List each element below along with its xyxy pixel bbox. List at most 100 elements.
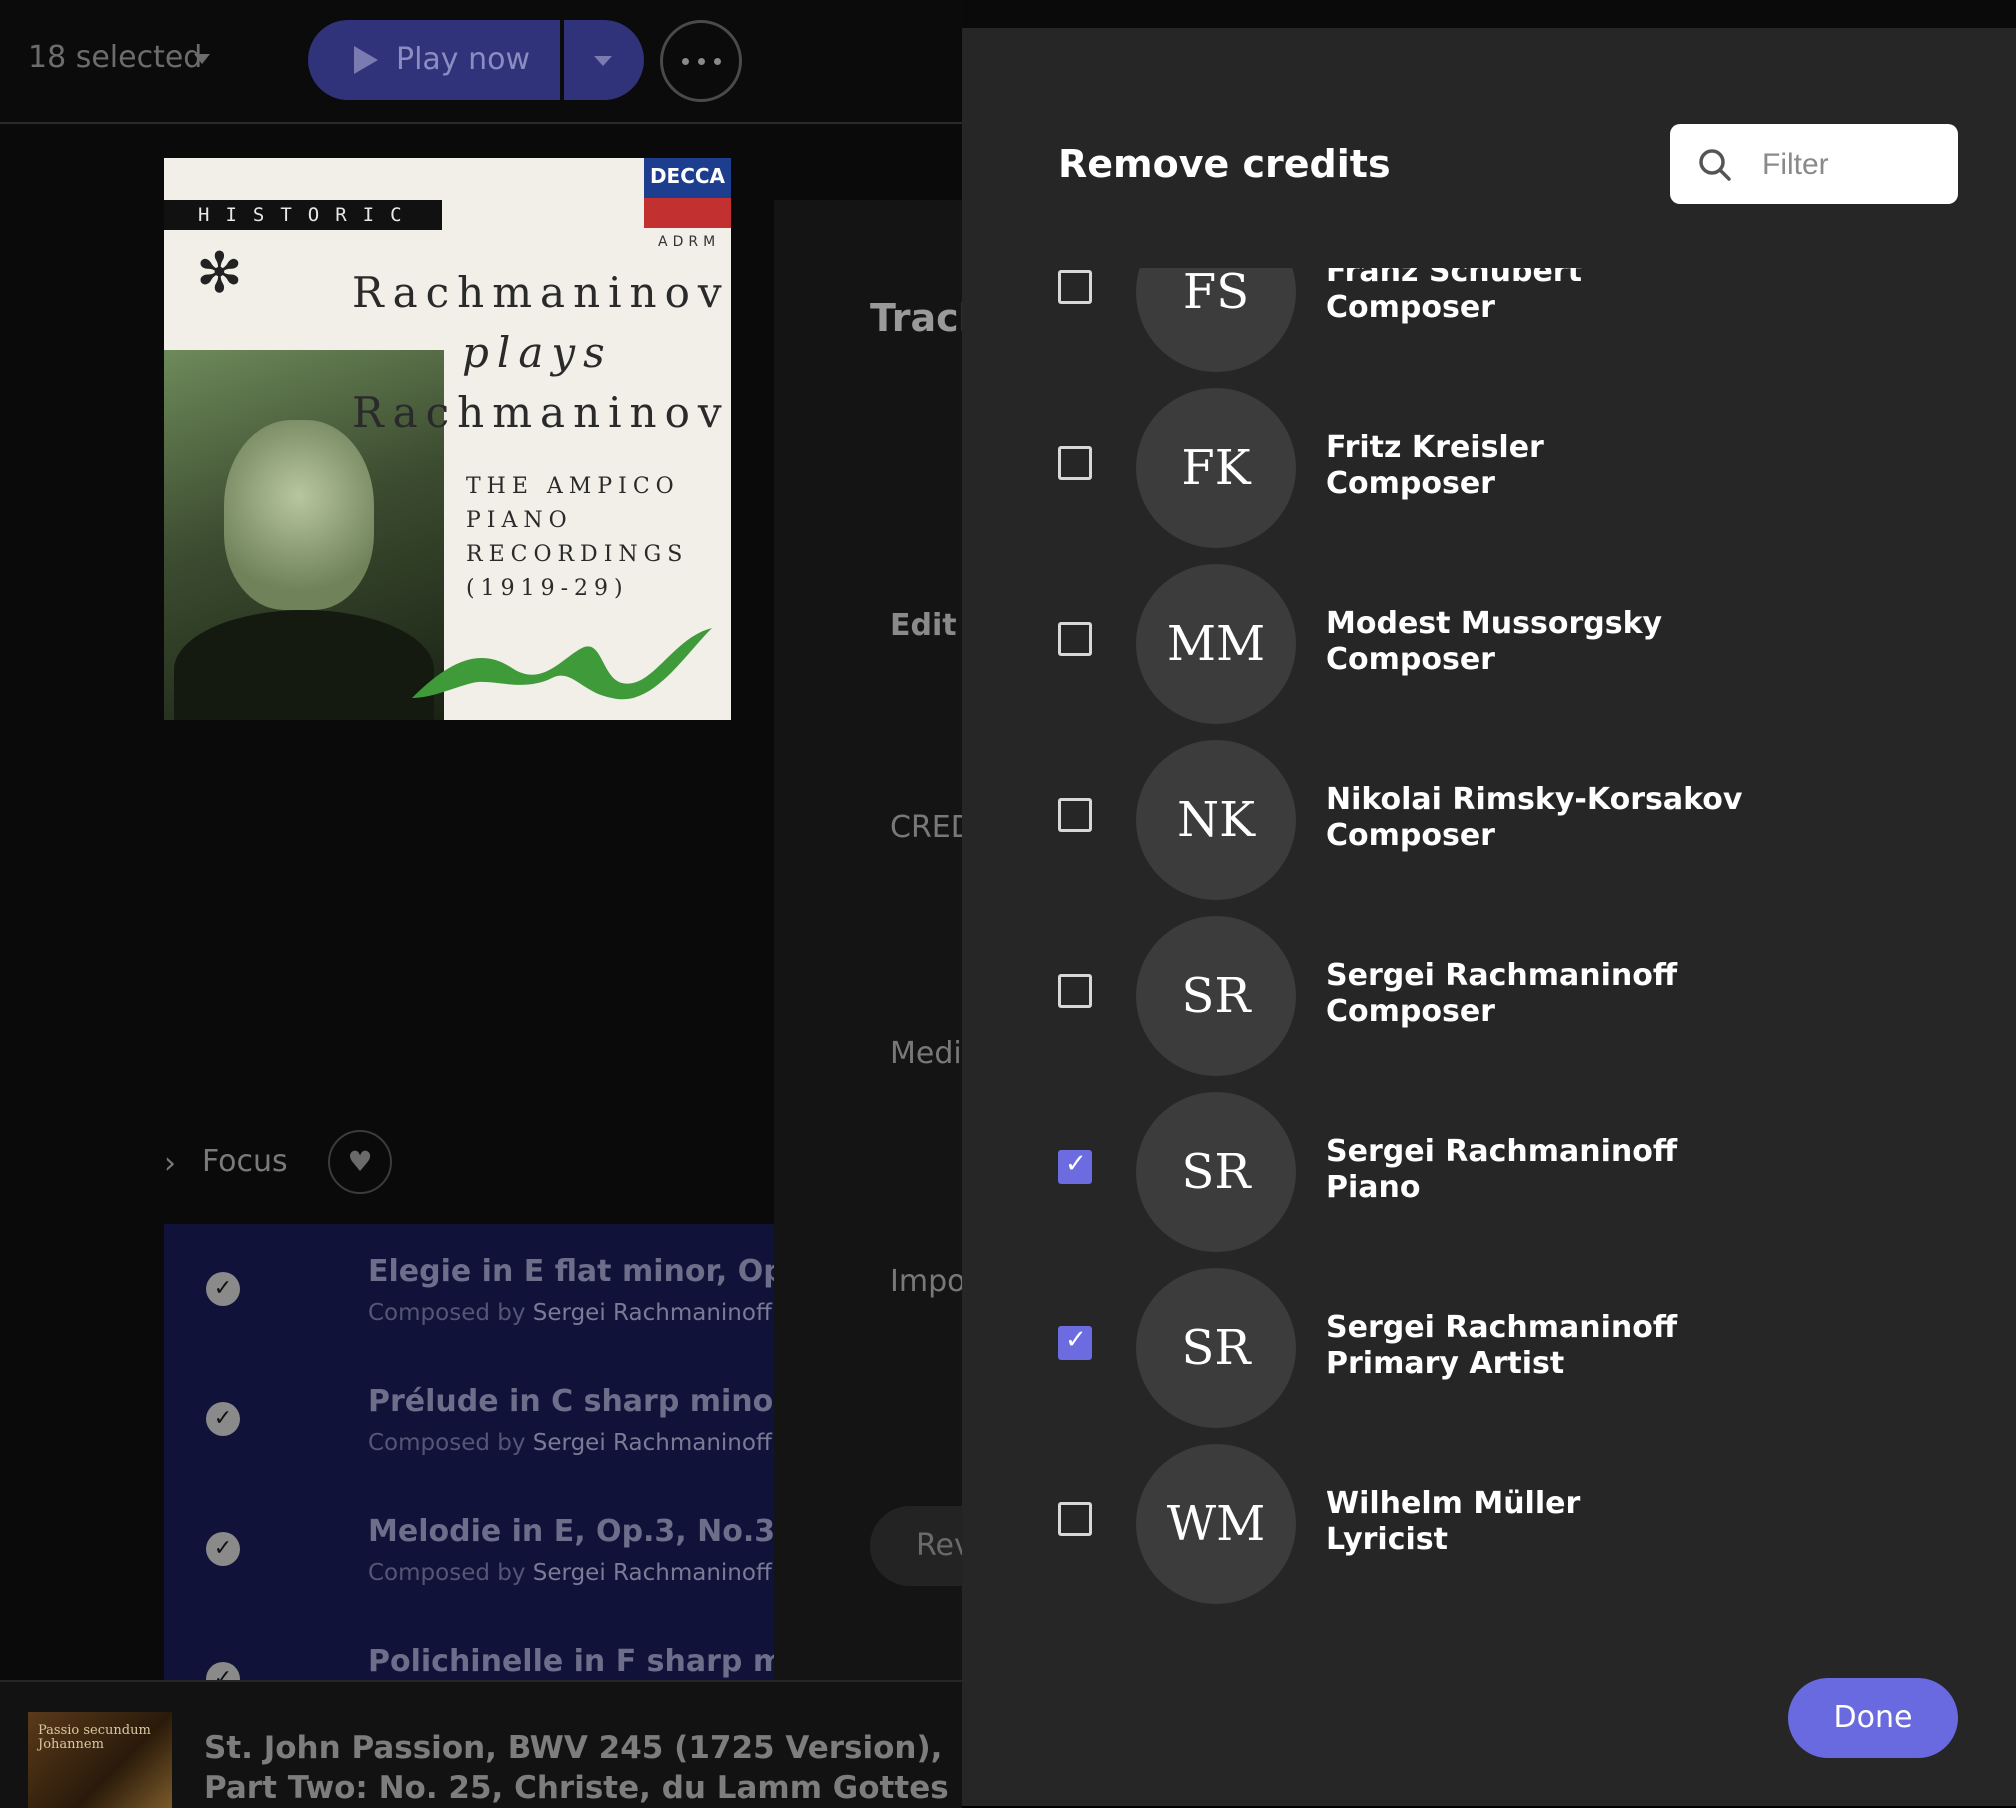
chevron-right-icon[interactable]: › [164, 1146, 176, 1181]
track-row[interactable]: ✓ Prélude in C sharp minor, Op.3 Compose… [164, 1354, 774, 1484]
credit-checkbox[interactable]: ✓ [1058, 974, 1092, 1008]
track-composer-line: Composed by Sergei Rachmaninoff [368, 1560, 772, 1586]
track-composer-prefix: Composed by [368, 1560, 526, 1586]
credit-role: Composer [1326, 466, 1495, 501]
avatar: MM [1136, 564, 1296, 724]
now-playing-artwork[interactable]: Passio secundum Johannem [28, 1712, 172, 1808]
credit-checkbox[interactable]: ✓ [1058, 446, 1092, 480]
avatar-initials: SR [1181, 968, 1251, 1024]
credit-checkbox[interactable]: ✓ [1058, 270, 1092, 304]
check-circle-icon[interactable]: ✓ [206, 1662, 240, 1680]
avatar: SR [1136, 1268, 1296, 1428]
credit-name: Sergei Rachmaninoff [1326, 958, 1678, 993]
credit-row[interactable]: ✓ FS Franz Schubert Composer [962, 268, 2016, 380]
avatar-initials: SR [1181, 1144, 1251, 1200]
track-composer-name[interactable]: Sergei Rachmaninoff [533, 1560, 772, 1586]
selected-count-dropdown[interactable]: 18 selected [28, 40, 202, 75]
avatar: SR [1136, 1092, 1296, 1252]
credit-name: Modest Mussorgsky [1326, 606, 1663, 641]
credit-row[interactable]: ✓ MM Modest Mussorgsky Composer [962, 556, 2016, 732]
credit-role: Composer [1326, 642, 1495, 677]
avatar-initials: WM [1166, 1496, 1266, 1552]
filter-input[interactable] [1760, 138, 1944, 192]
album-cover: HISTORIC DECCA ADRM ✻ Rachmaninov plays … [164, 158, 731, 720]
cover-adrm-label: ADRM [658, 234, 721, 250]
track-title: Polichinelle in F sharp minor, C [368, 1644, 774, 1679]
track-composer-line: Composed by Sergei Rachmaninoff [368, 1430, 772, 1456]
cover-subtitle: THE AMPICO PIANO RECORDINGS (1919-29) [466, 470, 688, 606]
now-playing-title[interactable]: Part Two: No. 25, Christe, du Lamm Gotte… [204, 1770, 949, 1806]
done-button-label: Done [1833, 1700, 1913, 1735]
track-composer-line: Composed by Sergei Rachmaninoff [368, 1300, 772, 1326]
track-composer-name[interactable]: Sergei Rachmaninoff [533, 1430, 772, 1456]
credit-name: Franz Schubert [1326, 268, 1582, 289]
now-playing-bar: Passio secundum Johannem St. John Passio… [0, 1680, 962, 1808]
credit-role: Composer [1326, 994, 1495, 1029]
play-icon [354, 46, 378, 74]
credit-row[interactable]: ✓ WM Wilhelm Müller Lyricist [962, 1436, 2016, 1612]
credit-list: ✓ FS Franz Schubert Composer ✓ FK Fritz … [962, 268, 2016, 1658]
avatar-initials: FS [1182, 268, 1250, 320]
track-list: ✓ Elegie in E flat minor, Op.3, No Compo… [164, 1224, 774, 1680]
more-dot-icon [698, 58, 705, 65]
track-row[interactable]: ✓ Elegie in E flat minor, Op.3, No Compo… [164, 1224, 774, 1354]
avatar-initials: FK [1181, 440, 1251, 496]
filter-field[interactable] [1670, 124, 1958, 204]
check-circle-icon[interactable]: ✓ [206, 1532, 240, 1566]
credit-role: Piano [1326, 1170, 1421, 1205]
chevron-down-icon[interactable] [194, 54, 210, 64]
credit-name: Wilhelm Müller [1326, 1486, 1581, 1521]
credit-checkbox[interactable]: ✓ [1058, 1502, 1092, 1536]
more-options-button[interactable] [660, 20, 742, 102]
decca-logo-text: DECCA [649, 164, 726, 188]
track-row[interactable]: ✓ Polichinelle in F sharp minor, C [164, 1614, 774, 1680]
heart-icon[interactable]: ♥ [328, 1130, 392, 1194]
credit-name: Sergei Rachmaninoff [1326, 1134, 1678, 1169]
credit-row[interactable]: ✓ FK Fritz Kreisler Composer [962, 380, 2016, 556]
more-dot-icon [714, 58, 721, 65]
avatar-initials: MM [1166, 616, 1266, 672]
track-title: Prélude in C sharp minor, Op.3 [368, 1384, 774, 1419]
search-icon [1699, 149, 1731, 181]
check-circle-icon[interactable]: ✓ [206, 1272, 240, 1306]
credit-name: Fritz Kreisler [1326, 430, 1544, 465]
avatar: FS [1136, 268, 1296, 372]
credit-role: Composer [1326, 290, 1495, 325]
asterisk-emblem-icon: ✻ [196, 241, 243, 306]
green-wave-decoration [412, 628, 712, 700]
credit-role: Primary Artist [1326, 1346, 1565, 1381]
credit-row[interactable]: ✓ SR Sergei Rachmaninoff Primary Artist [962, 1260, 2016, 1436]
avatar-initials: NK [1177, 792, 1255, 848]
credit-row[interactable]: ✓ SR Sergei Rachmaninoff Piano [962, 1084, 2016, 1260]
avatar: WM [1136, 1444, 1296, 1604]
credit-row[interactable]: ✓ NK Nikolai Rimsky-Korsakov Composer [962, 732, 2016, 908]
chevron-down-icon [594, 56, 612, 66]
check-circle-icon[interactable]: ✓ [206, 1402, 240, 1436]
track-editor-panel: Track Edit 1 CRED Media Impor Rev [774, 200, 1010, 1680]
remove-credits-dialog: Remove credits ✓ FS Franz Schubert Compo… [962, 28, 2016, 1806]
play-now-button[interactable]: Play now [308, 20, 560, 100]
cover-title-line3: Rachmaninov [352, 388, 730, 437]
track-composer-name[interactable]: Sergei Rachmaninoff [533, 1300, 772, 1326]
track-row[interactable]: ✓ Melodie in E, Op.3, No.3: Rach Compose… [164, 1484, 774, 1614]
play-options-dropdown-button[interactable] [564, 20, 644, 100]
focus-toggle[interactable]: Focus [202, 1144, 288, 1179]
credit-role: Lyricist [1326, 1522, 1448, 1557]
credit-row[interactable]: ✓ SR Sergei Rachmaninoff Composer [962, 908, 2016, 1084]
credit-name: Sergei Rachmaninoff [1326, 1310, 1678, 1345]
credit-checkbox[interactable]: ✓ [1058, 1325, 1092, 1360]
track-title: Melodie in E, Op.3, No.3: Rach [368, 1514, 774, 1549]
now-playing-title[interactable]: St. John Passion, BWV 245 (1725 Version)… [204, 1730, 942, 1766]
done-button[interactable]: Done [1788, 1678, 1958, 1758]
selection-toolbar: 18 selected Play now [0, 0, 962, 124]
credit-checkbox[interactable]: ✓ [1058, 1149, 1092, 1184]
cover-title-line2: plays [462, 328, 613, 377]
credit-checkbox[interactable]: ✓ [1058, 798, 1092, 832]
credit-checkbox[interactable]: ✓ [1058, 622, 1092, 656]
more-dot-icon [682, 58, 689, 65]
artwork-text: Passio secundum Johannem [38, 1723, 151, 1752]
avatar: FK [1136, 388, 1296, 548]
focus-row: › Focus ♥ [164, 1130, 764, 1194]
cover-title-line1: Rachmaninov [352, 268, 730, 317]
credit-role: Composer [1326, 818, 1495, 853]
